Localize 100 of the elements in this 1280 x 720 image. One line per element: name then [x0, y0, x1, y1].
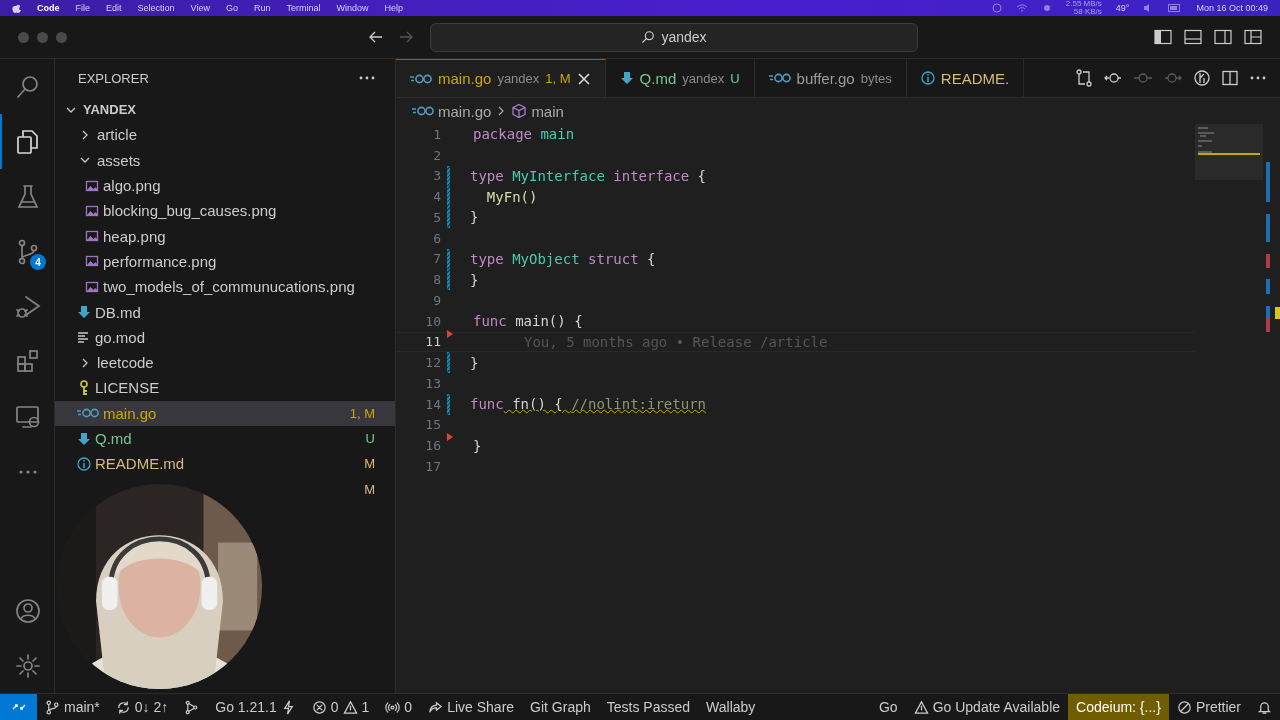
- file-tree-item[interactable]: blocking_bug_causes.png: [55, 198, 395, 224]
- network-speed: 2.55 MB/s 58 KB/s: [1065, 0, 1102, 16]
- file-tree-item[interactable]: heap.png: [55, 223, 395, 249]
- file-tree-item[interactable]: DB.md: [55, 299, 395, 325]
- next-change-icon: [1164, 71, 1182, 85]
- git-status: U: [365, 431, 375, 446]
- git-status: M: [364, 481, 375, 497]
- panel-toggle-icon: [1184, 29, 1202, 45]
- bell-icon: [1257, 699, 1272, 715]
- line-number: 5: [432, 209, 441, 225]
- activity-button[interactable]: 4: [0, 224, 54, 279]
- line-number: 3: [432, 168, 441, 184]
- file-tree-item[interactable]: main.go 1, M: [55, 400, 395, 426]
- menu-item[interactable]: Go: [225, 3, 238, 13]
- line-number: 7: [432, 251, 441, 267]
- sidebar-title: EXPLORER: [78, 70, 149, 86]
- file-tree-item[interactable]: assets: [55, 147, 395, 173]
- file-name: two_models_of_communucations.png: [103, 278, 355, 296]
- layout-icon: [1244, 29, 1262, 45]
- count-badge: 4: [30, 254, 46, 270]
- previous-change-icon: [1104, 71, 1122, 85]
- file-tree-item[interactable]: performance.png: [55, 248, 395, 275]
- go-version-button[interactable]: Go 1.21.1: [207, 694, 304, 720]
- file-name: main.go: [103, 404, 157, 422]
- code-line: }: [470, 209, 479, 226]
- menu-item[interactable]: Edit: [106, 3, 122, 13]
- menu-item[interactable]: Help: [384, 3, 403, 13]
- key-icon: [77, 379, 91, 396]
- account-icon: [14, 596, 42, 625]
- update-button[interactable]: Go Update Available: [905, 694, 1069, 720]
- editor-tab[interactable]: main.go yandex 1, M: [396, 59, 606, 97]
- sync-button[interactable]: 0↓ 2↑: [107, 694, 177, 720]
- status-item[interactable]: Git Graph: [522, 694, 599, 720]
- codeium-button[interactable]: Codeium: {...}: [1068, 694, 1169, 720]
- command-center-search[interactable]: yandex: [430, 22, 918, 52]
- branch-icon: [45, 699, 60, 715]
- breadcrumb[interactable]: main.go: [412, 102, 492, 120]
- file-tree-item[interactable]: Q.md U: [55, 425, 395, 452]
- more-icon: [359, 76, 375, 80]
- app-menu[interactable]: Code: [37, 3, 60, 13]
- window-control[interactable]: [18, 31, 29, 43]
- split-editor-icon: [1222, 70, 1238, 86]
- clock: Mon 16 Oct 00:49: [1196, 3, 1268, 13]
- live-share-button[interactable]: Live Share: [420, 694, 523, 720]
- status-item[interactable]: Go: [870, 694, 906, 720]
- file-tree-item[interactable]: M: [270, 476, 395, 502]
- git-status: M: [364, 456, 375, 472]
- go-file-icon: [410, 72, 432, 85]
- graph-icon: [184, 699, 200, 715]
- file-tree-item[interactable]: leetcode: [55, 349, 395, 376]
- error-icon: [311, 699, 327, 715]
- file-tree-item[interactable]: go.mod: [55, 324, 395, 350]
- file-tree-item[interactable]: algo.png: [55, 172, 395, 199]
- code-line: }: [473, 437, 482, 454]
- line-number: 16: [424, 438, 441, 454]
- back-arrow-icon: [368, 29, 384, 45]
- prettier-button[interactable]: Prettier: [1168, 694, 1249, 720]
- share-arrow-icon: [428, 699, 444, 715]
- more-icon: [1250, 76, 1266, 80]
- branch-button[interactable]: main*: [37, 694, 108, 720]
- arrow-down-icon: [619, 71, 634, 85]
- status-item[interactable]: Tests Passed: [598, 694, 699, 720]
- go-file-icon: [768, 72, 791, 84]
- menu-item[interactable]: Run: [253, 3, 271, 13]
- file-name: algo.png: [103, 177, 161, 195]
- menu-item[interactable]: Selection: [137, 3, 175, 13]
- file-tree-item[interactable]: README.md M: [55, 451, 395, 477]
- menu-item[interactable]: View: [190, 3, 210, 13]
- menu-item[interactable]: File: [75, 3, 90, 13]
- status-item[interactable]: Wallaby: [698, 694, 764, 720]
- folder-name: assets: [97, 151, 141, 169]
- image-file-icon: [85, 254, 99, 269]
- sync-icon: [115, 699, 131, 715]
- warning-icon: [913, 699, 929, 715]
- breadcrumb[interactable]: main: [511, 102, 564, 120]
- window-control[interactable]: [56, 31, 67, 43]
- image-file-icon: [85, 178, 99, 193]
- search-icon: [641, 30, 656, 44]
- file-tree-item[interactable]: two_models_of_communucations.png: [55, 274, 395, 300]
- menu-item[interactable]: Window: [336, 3, 369, 13]
- line-number: 6: [432, 230, 441, 246]
- folder-header[interactable]: YANDEX: [55, 97, 395, 123]
- code-line: type MyObject struct {: [470, 250, 656, 267]
- window-control[interactable]: [37, 31, 48, 43]
- code-line: type MyInterface interface {: [470, 167, 707, 184]
- file-tree-item[interactable]: LICENSE: [55, 375, 395, 401]
- file-name: LICENSE: [95, 379, 160, 397]
- problems-button[interactable]: 0 1: [303, 694, 378, 720]
- line-number: 12: [424, 355, 441, 371]
- line-number: 4: [432, 189, 441, 205]
- remote-button[interactable]: [0, 694, 37, 720]
- menu-item[interactable]: Terminal: [286, 3, 321, 13]
- line-number: 1: [432, 126, 441, 142]
- file-tree-item[interactable]: article: [55, 122, 395, 148]
- line-number: 2: [432, 147, 441, 163]
- info-icon: [920, 71, 935, 85]
- line-number: 9: [432, 292, 441, 308]
- ports-button[interactable]: 0: [377, 694, 421, 720]
- file-name: Q.md: [95, 430, 132, 447]
- cube-icon: [511, 103, 528, 119]
